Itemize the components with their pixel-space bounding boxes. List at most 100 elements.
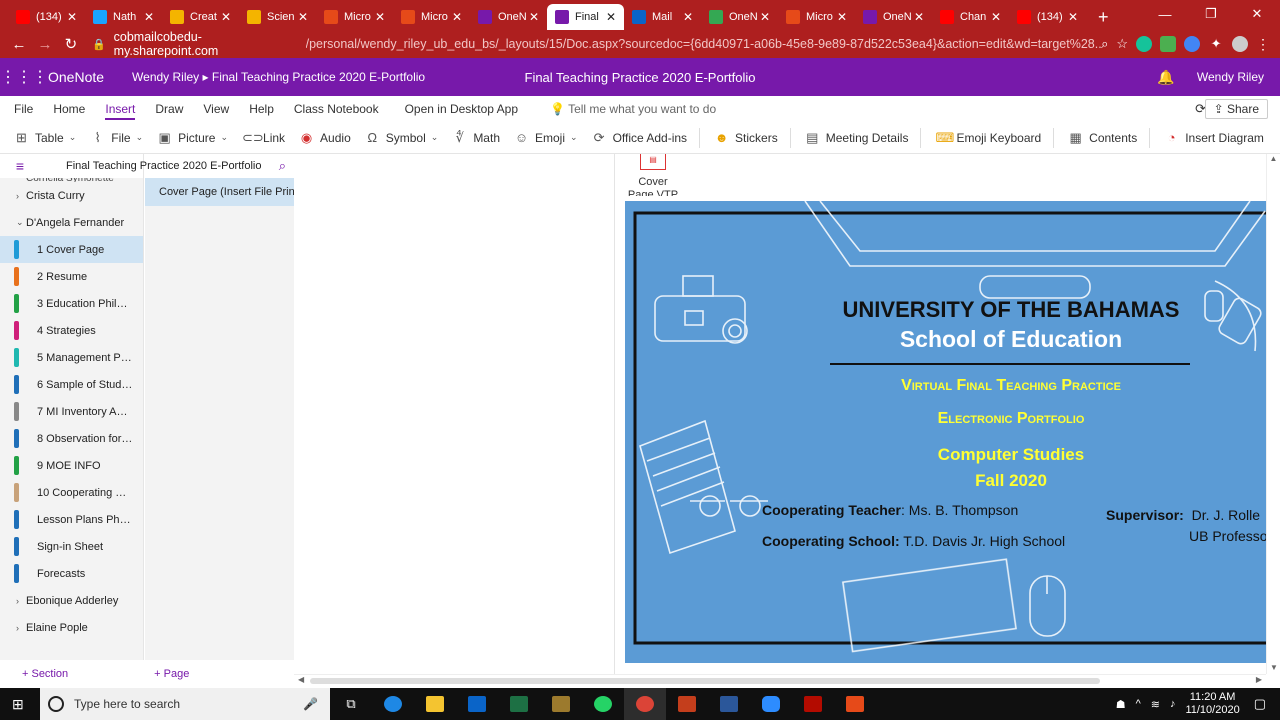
browser-tab[interactable]: Nath ✕ <box>85 4 162 30</box>
table-button[interactable]: ⊞ Table ⌄ <box>14 130 76 145</box>
browser-tab[interactable]: Scien ✕ <box>239 4 316 30</box>
new-tab-button[interactable]: + <box>1098 4 1109 30</box>
tab-close-icon[interactable]: ✕ <box>452 10 462 24</box>
open-desktop-app-button[interactable]: Open in Desktop App <box>405 96 518 122</box>
notebook-title[interactable]: Final Teaching Practice 2020 E-Portfolio <box>66 160 261 172</box>
wifi-icon[interactable]: ≋ <box>1151 698 1160 711</box>
section-item[interactable]: 3 Education Philoso... <box>0 290 143 317</box>
section-item[interactable]: 10 Cooperating Sch... <box>0 479 143 506</box>
close-window-icon[interactable]: ✕ <box>1234 0 1280 28</box>
zoom-icon[interactable]: ⌕ <box>1101 36 1108 52</box>
browser-tab[interactable]: OneN ✕ <box>470 4 547 30</box>
browser-tab[interactable]: Creat ✕ <box>162 4 239 30</box>
tab-close-icon[interactable]: ✕ <box>1068 10 1078 24</box>
file-attach-button[interactable]: ⌇ File ⌄ <box>90 130 144 145</box>
cover-page-image[interactable]: UNIVERSITY OF THE BAHAMAS School of Educ… <box>625 201 1266 663</box>
tab-close-icon[interactable]: ✕ <box>837 10 847 24</box>
menu-insert[interactable]: Insert <box>105 96 136 122</box>
extension-icon[interactable] <box>1184 36 1201 52</box>
url-field[interactable]: 🔒 cobmailcobedu-my.sharepoint.com /perso… <box>92 30 1101 58</box>
tab-close-icon[interactable]: ✕ <box>298 10 308 24</box>
app-name[interactable]: OneNote <box>48 69 104 85</box>
search-icon[interactable]: ⌕ <box>279 158 286 174</box>
menu-file[interactable]: File <box>14 96 33 122</box>
browser-tab[interactable]: (134) ✕ <box>8 4 85 30</box>
file-explorer-icon[interactable] <box>414 688 456 720</box>
tell-me-search[interactable]: 💡 Tell me what you want to do <box>550 102 716 116</box>
reload-icon[interactable]: ↻ <box>58 35 84 53</box>
word-icon[interactable] <box>708 688 750 720</box>
tab-close-icon[interactable]: ✕ <box>67 10 77 24</box>
emoji-keyboard-button[interactable]: ⌨ Emoji Keyboard <box>935 130 1041 145</box>
outlook-icon[interactable] <box>456 688 498 720</box>
edge-icon[interactable] <box>372 688 414 720</box>
browser-tab[interactable]: OneN ✕ <box>855 4 932 30</box>
breadcrumb[interactable]: Wendy Riley ▸ Final Teaching Practice 20… <box>132 70 425 84</box>
screen-recorder-icon[interactable] <box>834 688 876 720</box>
excel-icon[interactable] <box>498 688 540 720</box>
browser-tab[interactable]: OneN ✕ <box>701 4 778 30</box>
scroll-left-icon[interactable]: ◀ <box>298 675 304 684</box>
people-icon[interactable]: ☗ <box>1116 698 1126 711</box>
meeting-details-button[interactable]: ▤ Meeting Details <box>805 130 908 145</box>
section-group[interactable]: ⌄ D'Angela Fernander <box>0 209 143 236</box>
bookmark-star-icon[interactable]: ☆ <box>1116 36 1128 52</box>
profile-avatar[interactable] <box>1232 36 1249 52</box>
scroll-down-icon[interactable]: ▼ <box>1267 663 1280 672</box>
section-item[interactable]: Forecasts <box>0 560 143 587</box>
menu-draw[interactable]: Draw <box>155 96 183 122</box>
scroll-up-icon[interactable]: ▲ <box>1267 154 1280 163</box>
app-icon[interactable] <box>540 688 582 720</box>
back-icon[interactable]: ← <box>6 36 32 53</box>
math-button[interactable]: ∜ Math <box>452 130 500 145</box>
notification-bell-icon[interactable]: 🔔 <box>1157 69 1174 86</box>
browser-tab[interactable]: Chan ✕ <box>932 4 1009 30</box>
microphone-icon[interactable]: 🎤 <box>303 697 318 711</box>
office-addins-button[interactable]: ⟳ Office Add-ins <box>592 130 687 145</box>
section-item[interactable]: 4 Strategies <box>0 317 143 344</box>
shield-extension-icon[interactable] <box>1160 36 1177 52</box>
browser-tab[interactable]: Mail ✕ <box>624 4 701 30</box>
scroll-right-icon[interactable]: ▶ <box>1256 675 1262 684</box>
windows-start-icon[interactable]: ⊞ <box>12 696 24 713</box>
symbol-button[interactable]: Ω Symbol ⌄ <box>365 130 438 145</box>
tab-close-icon[interactable]: ✕ <box>683 10 693 24</box>
acrobat-icon[interactable] <box>792 688 834 720</box>
section-item[interactable]: 6 Sample of Student... <box>0 371 143 398</box>
browser-tab[interactable]: (134) ✕ <box>1009 4 1086 30</box>
add-page-button[interactable]: + Page <box>154 668 189 680</box>
puzzle-icon[interactable]: ✦ <box>1208 36 1224 52</box>
section-item[interactable]: 7 MI Inventory Anal... <box>0 398 143 425</box>
section-item[interactable]: 5 Management Plan <box>0 344 143 371</box>
whatsapp-icon[interactable] <box>582 688 624 720</box>
browser-tab[interactable]: Micro ✕ <box>778 4 855 30</box>
tab-close-icon[interactable]: ✕ <box>991 10 1001 24</box>
section-item[interactable]: 1 Cover Page <box>0 236 143 263</box>
add-section-button[interactable]: + Section <box>22 668 68 680</box>
scroll-thumb[interactable] <box>310 678 1100 684</box>
section-group[interactable]: › Crista Curry <box>0 182 143 209</box>
menu-view[interactable]: View <box>203 96 229 122</box>
tab-close-icon[interactable]: ✕ <box>375 10 385 24</box>
tab-close-icon[interactable]: ✕ <box>914 10 924 24</box>
menu-help[interactable]: Help <box>249 96 274 122</box>
tab-close-icon[interactable]: ✕ <box>529 10 539 24</box>
volume-icon[interactable]: ♪ <box>1170 698 1176 711</box>
powerpoint-icon[interactable] <box>666 688 708 720</box>
contents-button[interactable]: ▦ Contents <box>1068 130 1138 145</box>
emoji-button[interactable]: ☺ Emoji ⌄ <box>514 130 578 145</box>
horizontal-scrollbar[interactable]: ◀ ▶ <box>294 674 1266 688</box>
section-group[interactable]: › Ebonique Adderley <box>0 587 143 614</box>
picture-button[interactable]: ▣ Picture ⌄ <box>157 130 228 145</box>
section-item[interactable]: 8 Observation forms <box>0 425 143 452</box>
taskbar-search[interactable]: Type here to search 🎤 <box>40 688 330 720</box>
page-item-cover[interactable]: Cover Page (Insert File Prin... <box>145 178 294 206</box>
link-button[interactable]: ⊂⊃ Link <box>242 130 285 145</box>
share-button[interactable]: ⇪ Share <box>1204 99 1268 119</box>
tab-close-icon[interactable]: ✕ <box>144 10 154 24</box>
browser-tab[interactable]: Micro ✕ <box>393 4 470 30</box>
menu-home[interactable]: Home <box>53 96 85 122</box>
section-item[interactable]: 9 MOE INFO <box>0 452 143 479</box>
chrome-icon[interactable] <box>624 688 666 720</box>
browser-menu-icon[interactable]: ⋮ <box>1256 36 1270 53</box>
